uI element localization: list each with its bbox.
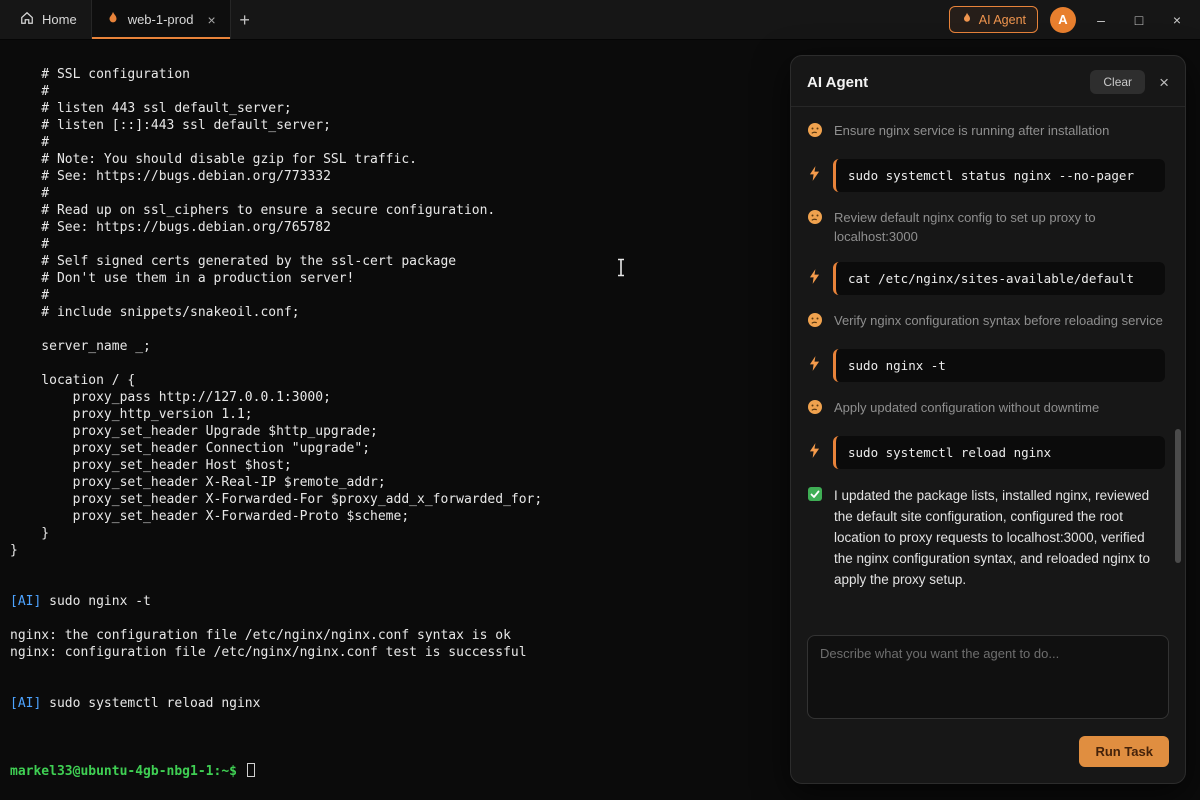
agent-step-thought: Verify nginx configuration syntax before…	[807, 311, 1165, 333]
flame-icon	[106, 11, 120, 28]
agent-input[interactable]	[807, 635, 1169, 719]
lightning-icon	[809, 166, 823, 186]
agent-step-command: sudo nginx -t	[807, 349, 1165, 382]
lightning-icon	[809, 356, 823, 376]
tab-home[interactable]: Home	[6, 0, 91, 39]
agent-panel-footer: Run Task	[791, 734, 1185, 783]
step-thought-text: Apply updated configuration without down…	[834, 398, 1099, 417]
agent-steps: Ensure nginx service is running after in…	[791, 107, 1185, 625]
tab-web-1-prod-label: web-1-prod	[128, 12, 194, 27]
agent-step-result: I updated the package lists, installed n…	[807, 485, 1165, 590]
scrollbar-thumb[interactable]	[1175, 429, 1181, 563]
agent-step-thought: Apply updated configuration without down…	[807, 398, 1165, 420]
maximize-button[interactable]: □	[1126, 12, 1152, 28]
home-icon	[20, 11, 34, 28]
terminal-cursor	[247, 763, 255, 777]
thinking-icon	[807, 399, 824, 420]
ai-agent-button[interactable]: AI Agent	[949, 6, 1038, 33]
agent-input-area	[791, 625, 1185, 734]
lightning-icon	[809, 443, 823, 463]
minimize-button[interactable]: –	[1088, 12, 1114, 28]
tab-close-icon[interactable]: ×	[207, 13, 215, 27]
avatar[interactable]: A	[1050, 7, 1076, 33]
lightning-icon	[809, 269, 823, 289]
tab-web-1-prod[interactable]: web-1-prod ×	[91, 0, 231, 39]
clear-button[interactable]: Clear	[1090, 70, 1145, 94]
thinking-icon	[807, 209, 824, 230]
thinking-icon	[807, 312, 824, 333]
ai-prefix-tag: [AI]	[10, 594, 41, 609]
titlebar: Home web-1-prod × + AI Agent A – □ ×	[0, 0, 1200, 40]
step-command-text[interactable]: cat /etc/nginx/sites-available/default	[833, 262, 1165, 295]
agent-panel-header: AI Agent Clear ×	[791, 56, 1185, 107]
agent-panel-title: AI Agent	[807, 74, 1090, 91]
ai-agent-panel: AI Agent Clear × Ensure nginx service is…	[790, 55, 1186, 784]
tab-strip: Home web-1-prod × +	[0, 0, 259, 39]
tab-home-label: Home	[42, 12, 77, 27]
panel-close-icon[interactable]: ×	[1159, 74, 1169, 91]
ai-agent-icon	[961, 12, 973, 27]
ai-agent-button-label: AI Agent	[979, 13, 1026, 27]
step-thought-text: Review default nginx config to set up pr…	[834, 208, 1165, 246]
agent-step-thought: Review default nginx config to set up pr…	[807, 208, 1165, 246]
titlebar-controls: AI Agent A – □ ×	[949, 0, 1200, 39]
step-command-text[interactable]: sudo systemctl reload nginx	[833, 436, 1165, 469]
new-tab-button[interactable]: +	[231, 11, 259, 29]
agent-step-command: cat /etc/nginx/sites-available/default	[807, 262, 1165, 295]
close-button[interactable]: ×	[1164, 12, 1190, 28]
thinking-icon	[807, 122, 824, 143]
step-result-text: I updated the package lists, installed n…	[834, 485, 1165, 590]
ai-prefix-tag: [AI]	[10, 696, 41, 711]
step-thought-text: Verify nginx configuration syntax before…	[834, 311, 1163, 330]
agent-step-command: sudo systemctl reload nginx	[807, 436, 1165, 469]
prompt-text: markel33@ubuntu-4gb-nbg1-1:~$	[10, 764, 245, 779]
agent-step-command: sudo systemctl status nginx --no-pager	[807, 159, 1165, 192]
step-thought-text: Ensure nginx service is running after in…	[834, 121, 1109, 140]
agent-step-thought: Ensure nginx service is running after in…	[807, 121, 1165, 143]
step-command-text[interactable]: sudo systemctl status nginx --no-pager	[833, 159, 1165, 192]
check-icon	[807, 486, 824, 507]
step-command-text[interactable]: sudo nginx -t	[833, 349, 1165, 382]
run-task-button[interactable]: Run Task	[1079, 736, 1169, 767]
